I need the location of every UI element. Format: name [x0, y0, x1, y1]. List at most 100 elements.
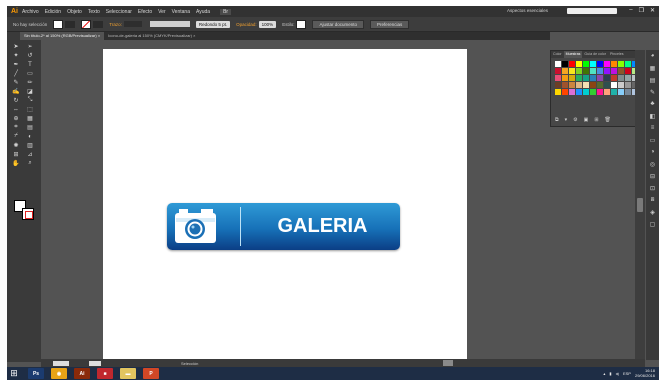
align-icon[interactable]: ⊟: [646, 170, 659, 182]
blend-tool-icon[interactable]: ◐: [24, 132, 36, 141]
lasso-icon[interactable]: ↺: [24, 51, 36, 60]
taskbar-file-explorer-icon[interactable]: ▬: [120, 368, 136, 379]
bridge-button[interactable]: Br: [220, 8, 232, 15]
swatch[interactable]: [576, 61, 582, 67]
taskbar-app-icon[interactable]: ■: [97, 368, 113, 379]
width-tool-icon[interactable]: ⇔: [10, 105, 22, 114]
graphic-style-swatch[interactable]: [296, 19, 307, 29]
menu-objeto[interactable]: Objeto: [67, 9, 82, 15]
swatch[interactable]: [562, 75, 568, 81]
color-panel-icon[interactable]: ◕: [646, 50, 659, 62]
taskbar-photoshop[interactable]: Ps: [28, 368, 44, 379]
volume-icon[interactable]: ◂): [616, 371, 619, 376]
swatch[interactable]: [625, 75, 631, 81]
menu-edicion[interactable]: Edición: [45, 9, 61, 15]
swatch[interactable]: [597, 82, 603, 88]
status-text[interactable]: Selección: [181, 361, 198, 366]
swatch[interactable]: [555, 89, 561, 95]
maximize-icon[interactable]: ❐: [639, 7, 644, 14]
swatch[interactable]: [583, 89, 589, 95]
symbols-icon[interactable]: ♣: [646, 98, 659, 110]
artboards-icon[interactable]: ▢: [646, 218, 659, 230]
network-icon[interactable]: ▮: [609, 371, 611, 376]
column-graph-icon[interactable]: ▥: [24, 141, 36, 150]
stroke-label[interactable]: Trazo:: [109, 22, 122, 27]
vertical-scrollbar[interactable]: [635, 50, 645, 360]
line-tool-icon[interactable]: ╱: [10, 69, 22, 78]
show-kinds-icon[interactable]: ▾: [565, 117, 568, 123]
swatch-library-icon[interactable]: ⧉: [555, 117, 559, 123]
taskbar-illustrator[interactable]: Ai: [74, 368, 90, 379]
swatch[interactable]: [562, 82, 568, 88]
swatch[interactable]: [604, 89, 610, 95]
type-tool-icon[interactable]: T: [24, 60, 36, 69]
eyedropper-icon[interactable]: ⌿: [10, 132, 22, 141]
shape-builder-icon[interactable]: ⊕: [10, 114, 22, 123]
swatch[interactable]: [625, 68, 631, 74]
swatch[interactable]: [569, 68, 575, 74]
opacity-field[interactable]: 100%: [258, 20, 277, 28]
swatch[interactable]: [597, 75, 603, 81]
vertical-scroll-thumb[interactable]: [637, 198, 643, 212]
swatch[interactable]: [611, 61, 617, 67]
stroke-dropdown[interactable]: [93, 20, 104, 28]
free-transform-icon[interactable]: ⬚: [24, 105, 36, 114]
swatch[interactable]: [604, 75, 610, 81]
clock[interactable]: 16:18 29/06/2016: [635, 368, 655, 378]
windows-start-icon[interactable]: ⊞: [7, 367, 21, 380]
swatch[interactable]: [618, 61, 624, 67]
swatch[interactable]: [604, 68, 610, 74]
stroke-color-swatch[interactable]: [81, 19, 92, 29]
pencil-icon[interactable]: ✏: [24, 78, 36, 87]
swatch[interactable]: [618, 89, 624, 95]
swatch[interactable]: [590, 75, 596, 81]
menu-ventana[interactable]: Ventana: [172, 9, 190, 15]
menu-seleccionar[interactable]: Seleccionar: [106, 9, 132, 15]
swatch[interactable]: [618, 75, 624, 81]
gallery-button-artwork[interactable]: GALERIA: [167, 203, 400, 250]
language-indicator[interactable]: ESP: [623, 371, 631, 376]
rotate-tool-icon[interactable]: ↻: [10, 96, 22, 105]
tab-brushes[interactable]: Pinceles: [608, 51, 626, 58]
swatch[interactable]: [611, 68, 617, 74]
swatch[interactable]: [618, 68, 624, 74]
swatch[interactable]: [597, 89, 603, 95]
swatch[interactable]: [555, 82, 561, 88]
tab-close-icon[interactable]: ×: [98, 33, 100, 38]
menu-archivo[interactable]: Archivo: [22, 9, 39, 15]
transparency-icon[interactable]: ◑: [646, 146, 659, 158]
swatch[interactable]: [590, 61, 596, 67]
gradient-icon[interactable]: ▭: [646, 134, 659, 146]
stroke-indicator[interactable]: [22, 208, 34, 220]
menu-ver[interactable]: Ver: [158, 9, 166, 15]
tab-close-icon[interactable]: ×: [193, 33, 195, 38]
menu-efecto[interactable]: Efecto: [138, 9, 152, 15]
stroke-icon[interactable]: ≡: [646, 122, 659, 134]
hand-tool-icon[interactable]: ✋: [10, 159, 22, 168]
swatch[interactable]: [562, 89, 568, 95]
scale-tool-icon[interactable]: ⤡: [24, 96, 36, 105]
artboard-navigation-field[interactable]: [89, 360, 101, 366]
swatch[interactable]: [583, 82, 589, 88]
search-input[interactable]: [567, 8, 617, 14]
swatch[interactable]: [597, 68, 603, 74]
swatch[interactable]: [590, 89, 596, 95]
tab-swatches[interactable]: Muestras: [563, 51, 583, 58]
swatch[interactable]: [569, 89, 575, 95]
slice-tool-icon[interactable]: ⊿: [24, 150, 36, 159]
symbol-sprayer-icon[interactable]: ✺: [10, 141, 22, 150]
preferences-button[interactable]: Preferencias: [369, 19, 410, 29]
swatch[interactable]: [576, 89, 582, 95]
swatch[interactable]: [569, 82, 575, 88]
zoom-field[interactable]: [53, 360, 69, 366]
swatch[interactable]: [590, 68, 596, 74]
document-setup-button[interactable]: Ajustar documento: [312, 19, 364, 29]
tab-color-guide[interactable]: Guía de color: [582, 51, 608, 58]
eraser-icon[interactable]: ◪: [24, 87, 36, 96]
swatch[interactable]: [611, 89, 617, 95]
color-guide-icon[interactable]: ▦: [646, 62, 659, 74]
fill-dropdown[interactable]: [65, 20, 76, 28]
swatch[interactable]: [569, 75, 575, 81]
tab-document-1[interactable]: Sin título-2* al 150% (RGB/Previsualizar…: [20, 32, 105, 40]
minimize-icon[interactable]: –: [629, 7, 632, 14]
